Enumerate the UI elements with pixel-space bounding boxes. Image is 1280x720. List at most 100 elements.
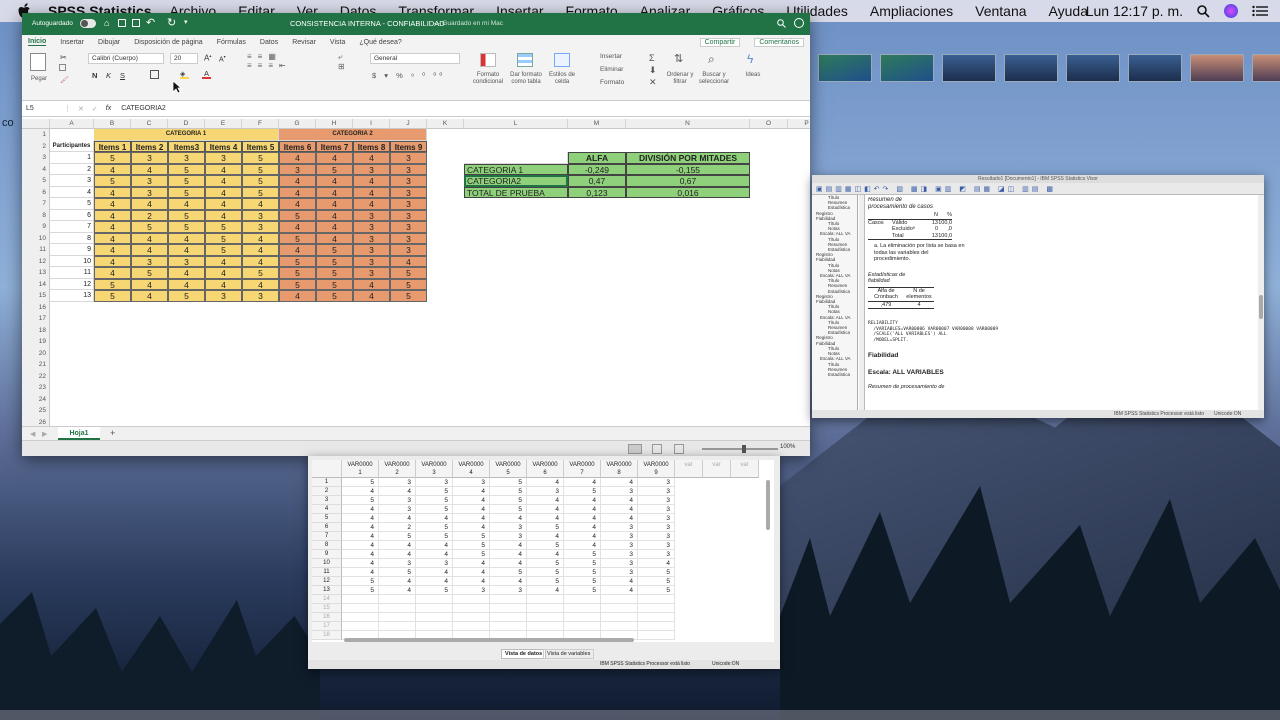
row-header[interactable]: 19: [22, 336, 50, 348]
item-score[interactable]: 4: [316, 209, 353, 221]
item-score[interactable]: 4: [168, 198, 205, 210]
item-score[interactable]: 3: [131, 186, 168, 198]
item-score[interactable]: 5: [390, 267, 427, 279]
data-cell[interactable]: [453, 613, 490, 622]
column-header[interactable]: I: [353, 119, 390, 129]
item-score[interactable]: 4: [279, 198, 316, 210]
paste-button[interactable]: Pegar: [28, 76, 50, 83]
italic-button[interactable]: K: [106, 71, 111, 80]
results-value[interactable]: 0,123: [568, 186, 626, 198]
item-score[interactable]: 4: [131, 232, 168, 244]
data-cell[interactable]: 4: [416, 550, 453, 559]
item-score[interactable]: 3: [390, 221, 427, 233]
space-thumbnail[interactable]: [1190, 54, 1244, 82]
data-cell[interactable]: 5: [379, 532, 416, 541]
row-header[interactable]: 9: [22, 221, 50, 233]
data-cell[interactable]: 4: [564, 496, 601, 505]
normal-view-icon[interactable]: [628, 444, 642, 454]
item-score[interactable]: 5: [94, 175, 131, 187]
data-cell[interactable]: 5: [638, 568, 675, 577]
viewer-toolbar-icons[interactable]: ▣▤▥▦◫◧↶↷ ▧ ▩◨ ▣▥ ◩ ▤▦ ◪◫ ▥▤ ▩: [816, 185, 1056, 193]
item-score[interactable]: 5: [242, 267, 279, 279]
data-cell[interactable]: [342, 595, 379, 604]
row-header[interactable]: 3: [22, 152, 50, 164]
case-row-header[interactable]: 13: [312, 586, 342, 595]
item-score[interactable]: 4: [94, 198, 131, 210]
row-header[interactable]: 22: [22, 370, 50, 382]
font-name-select[interactable]: Calibri (Cuerpo): [88, 53, 164, 64]
data-cell[interactable]: 5: [416, 523, 453, 532]
data-cell[interactable]: 3: [638, 505, 675, 514]
variable-column-header[interactable]: VAR0000 6: [527, 460, 564, 478]
data-cell[interactable]: 5: [490, 568, 527, 577]
item-score[interactable]: 4: [168, 267, 205, 279]
space-thumbnail[interactable]: [1004, 54, 1058, 82]
row-header[interactable]: 8: [22, 209, 50, 221]
data-cell[interactable]: [527, 613, 564, 622]
data-cell[interactable]: 3: [379, 559, 416, 568]
item-score[interactable]: 3: [279, 163, 316, 175]
item-header[interactable]: Items 7: [316, 140, 353, 152]
item-score[interactable]: 4: [316, 186, 353, 198]
tab-disposicion[interactable]: Disposición de página: [134, 39, 203, 46]
data-cell[interactable]: 5: [527, 577, 564, 586]
data-cell[interactable]: 4: [601, 577, 638, 586]
row-header[interactable]: 16: [22, 301, 50, 313]
data-cell[interactable]: 4: [601, 586, 638, 595]
participant-number[interactable]: 9: [50, 244, 94, 256]
item-score[interactable]: 4: [353, 278, 390, 290]
data-cell[interactable]: [638, 622, 675, 631]
item-score[interactable]: 3: [205, 152, 242, 164]
results-value[interactable]: 0,016: [626, 186, 750, 198]
data-cell[interactable]: 3: [379, 478, 416, 487]
item-score[interactable]: 4: [205, 267, 242, 279]
decrease-font-icon[interactable]: A▾: [219, 54, 226, 63]
item-score[interactable]: 5: [279, 267, 316, 279]
item-score[interactable]: 4: [242, 232, 279, 244]
results-value[interactable]: 0,67: [626, 175, 750, 187]
item-score[interactable]: 5: [316, 278, 353, 290]
variable-column-header[interactable]: var: [675, 460, 703, 478]
space-thumbnail[interactable]: [1128, 54, 1182, 82]
data-cell[interactable]: [527, 622, 564, 631]
fill-color-icon[interactable]: ◈: [180, 70, 189, 79]
item-score[interactable]: 3: [242, 209, 279, 221]
item-score[interactable]: 4: [94, 221, 131, 233]
data-cell[interactable]: 4: [453, 559, 490, 568]
data-cell[interactable]: 5: [342, 496, 379, 505]
variable-column-header[interactable]: VAR0000 1: [342, 460, 379, 478]
item-score[interactable]: 4: [205, 163, 242, 175]
item-score[interactable]: 5: [94, 278, 131, 290]
tab-data-view[interactable]: Vista de datos: [501, 649, 547, 659]
output-outline-tree[interactable]: Título Resumen Estadística Registro Fiabilid…: [812, 195, 858, 410]
data-cell[interactable]: 3: [490, 586, 527, 595]
item-score[interactable]: 5: [279, 255, 316, 267]
format-as-table-button[interactable]: Dar formato como tabla: [505, 72, 547, 86]
data-cell[interactable]: [490, 622, 527, 631]
data-cell[interactable]: 4: [453, 496, 490, 505]
data-cell[interactable]: 4: [453, 577, 490, 586]
data-cell[interactable]: [416, 604, 453, 613]
row-header[interactable]: 4: [22, 163, 50, 175]
row-header[interactable]: 17: [22, 313, 50, 325]
data-cell[interactable]: [638, 613, 675, 622]
column-header[interactable]: J: [390, 119, 427, 129]
page-layout-icon[interactable]: [652, 444, 662, 454]
row-header[interactable]: 15: [22, 290, 50, 302]
case-row-header[interactable]: 3: [312, 496, 342, 505]
increase-font-icon[interactable]: A▴: [204, 53, 211, 63]
results-row-label[interactable]: CATEGORIA2: [464, 175, 568, 187]
item-score[interactable]: 3: [353, 255, 390, 267]
zoom-slider[interactable]: [702, 445, 778, 453]
data-cell[interactable]: [564, 595, 601, 604]
data-cell[interactable]: 3: [416, 478, 453, 487]
item-score[interactable]: 4: [279, 290, 316, 302]
item-score[interactable]: 3: [353, 267, 390, 279]
data-cell[interactable]: 4: [342, 514, 379, 523]
data-cell[interactable]: 4: [601, 478, 638, 487]
data-cell[interactable]: [490, 613, 527, 622]
tab-revisar[interactable]: Revisar: [292, 39, 316, 46]
item-score[interactable]: 3: [353, 221, 390, 233]
add-sheet-button[interactable]: +: [110, 428, 115, 438]
autosum-icon[interactable]: Σ ⬇ ✕: [649, 52, 657, 88]
